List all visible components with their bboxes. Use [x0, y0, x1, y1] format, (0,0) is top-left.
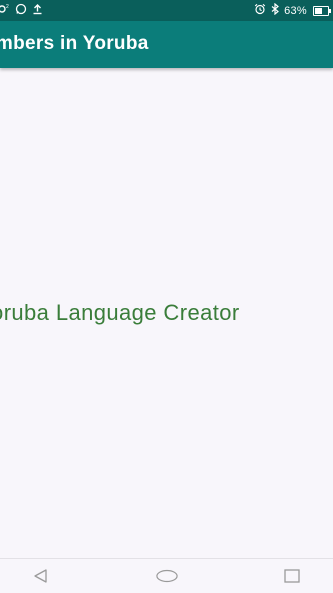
- recents-icon: [284, 569, 300, 583]
- svg-text:2: 2: [6, 4, 9, 10]
- back-icon: [34, 569, 47, 583]
- center-text: Yoruba Language Creator: [0, 300, 240, 325]
- back-button[interactable]: [30, 568, 52, 584]
- bluetooth-icon: [270, 2, 280, 18]
- status-bar-right: 63%: [254, 2, 331, 18]
- app-bar: Numbers in Yoruba: [0, 21, 333, 68]
- home-icon: [156, 569, 178, 583]
- battery-icon: [313, 5, 331, 16]
- battery-percent: 63%: [284, 4, 307, 17]
- whatsapp-icon: [15, 3, 27, 18]
- alarm-icon: [254, 3, 266, 18]
- upload-icon: [32, 3, 43, 18]
- status-bar: 2 63%: [0, 0, 333, 21]
- status-bar-left: 2: [0, 3, 43, 18]
- main-content: Yoruba Language Creator: [0, 68, 333, 558]
- recents-button[interactable]: [281, 568, 303, 584]
- navigation-bar: [0, 558, 333, 593]
- notification-icon: 2: [0, 4, 10, 17]
- home-button[interactable]: [156, 568, 178, 584]
- app-title: Numbers in Yoruba: [0, 33, 149, 54]
